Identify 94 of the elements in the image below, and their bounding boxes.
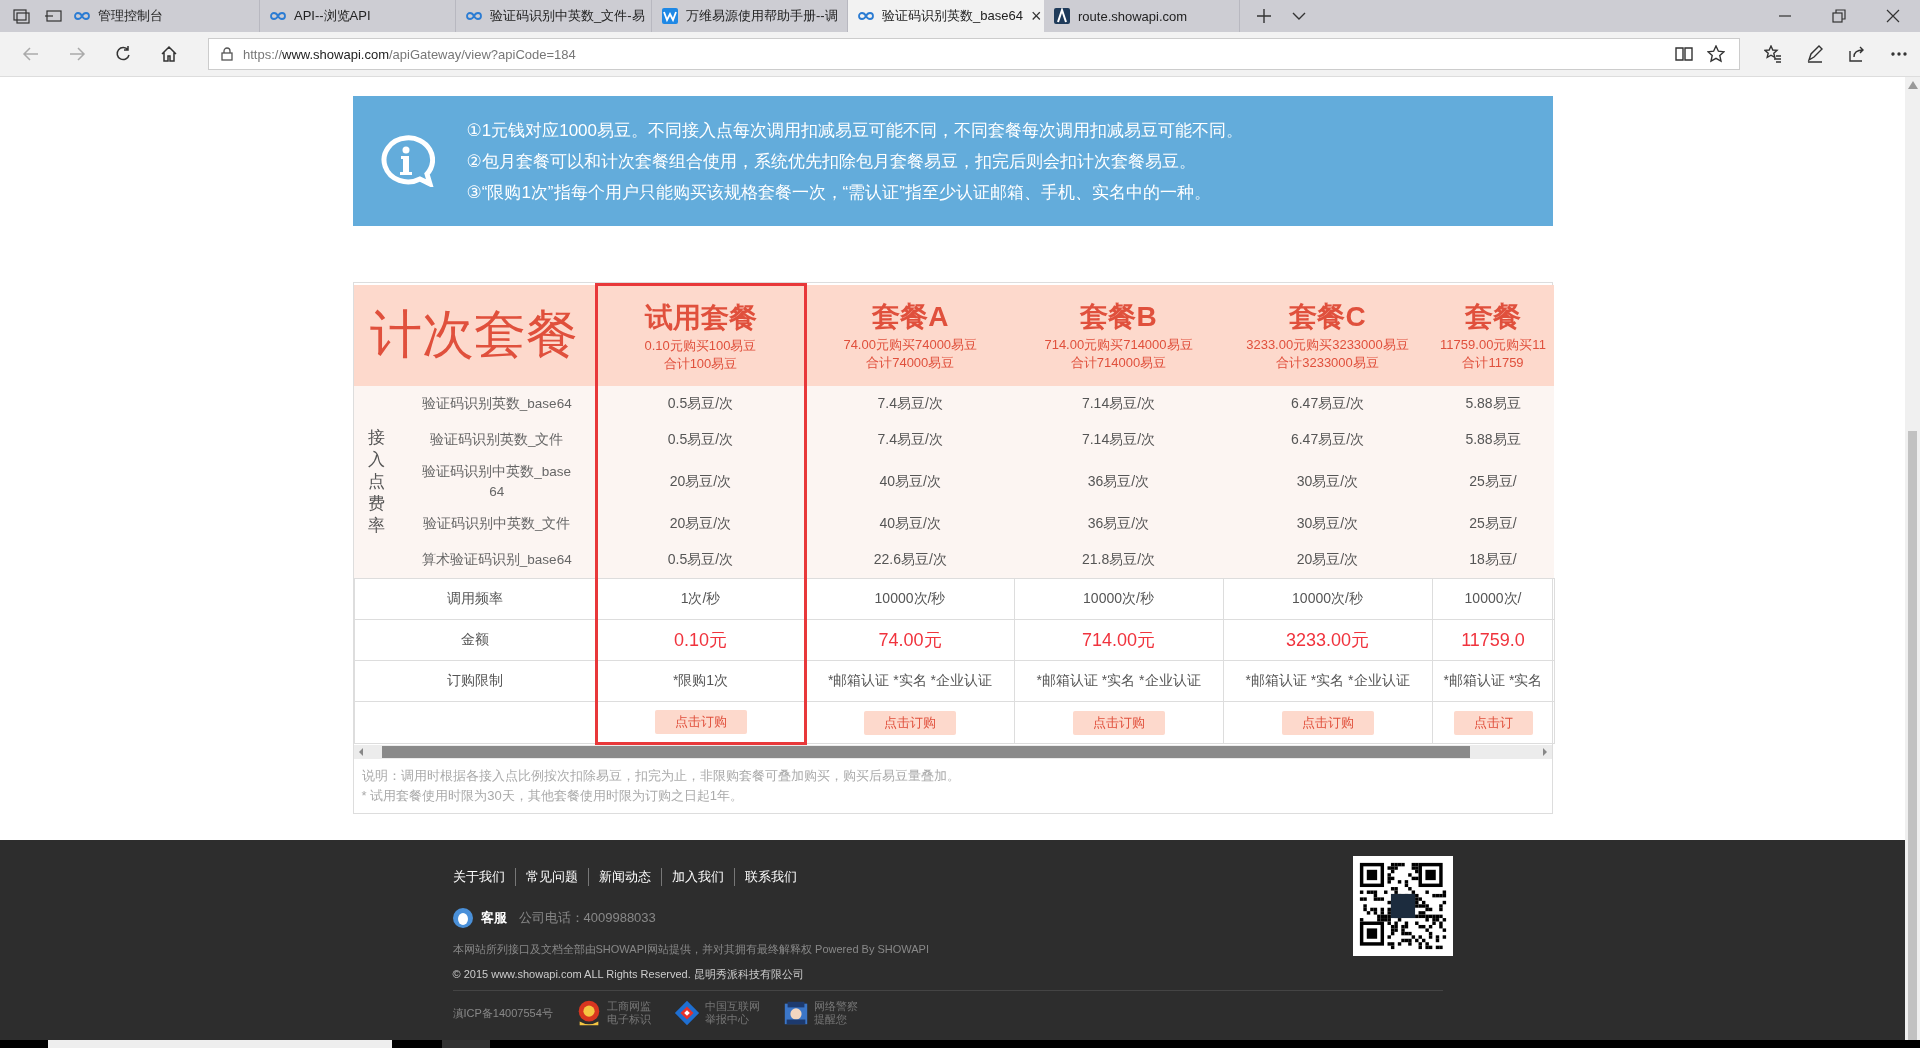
vertical-scrollbar[interactable] <box>1905 77 1920 1040</box>
window-menu-icon[interactable] <box>12 8 32 24</box>
plan-header: 套餐B 714.00元购买714000易豆 合计714000易豆 <box>1014 284 1223 386</box>
reading-view-icon[interactable] <box>1675 45 1693 63</box>
table-cell: *邮箱认证 *实名 *企业认证 <box>1245 672 1410 688</box>
row-label: 金额 <box>460 631 489 647</box>
endpoint-name: 验证码识别英数_base64 <box>421 395 572 414</box>
rate-value: 0.5易豆/次 <box>667 431 734 447</box>
footer-link[interactable]: 新闻动态 <box>587 868 651 886</box>
url-text: https://www.showapi.com/apiGateway/view?apiCode=184 <box>243 46 576 62</box>
lock-icon <box>221 47 233 61</box>
diamond-icon <box>672 999 701 1027</box>
rate-value: 7.4易豆/次 <box>877 395 943 411</box>
rate-value: 22.6易豆/次 <box>873 551 947 567</box>
rate-value: 36易豆/次 <box>1087 515 1150 531</box>
endpoint-name: 验证码识别中英数_文件 <box>422 515 572 534</box>
restore-icon[interactable] <box>1832 9 1846 23</box>
close-icon[interactable] <box>1886 9 1900 23</box>
table-cell: 10000次/秒 <box>1292 590 1363 606</box>
rate-value: 6.47易豆/次 <box>1290 431 1365 447</box>
table-cell: *邮箱认证 *实名 *企业认证 <box>1036 672 1201 688</box>
price-value: 11759.0 <box>1461 629 1525 650</box>
browser-tab[interactable]: 验证码识别英数_base64 × <box>848 0 1044 32</box>
table-cell: *邮箱认证 *实名 <box>1443 672 1543 688</box>
rate-value: 20易豆/次 <box>1296 551 1359 567</box>
pen-icon[interactable] <box>1806 45 1824 63</box>
footer-link[interactable]: 加入我们 <box>660 868 724 886</box>
rate-value: 36易豆/次 <box>1087 473 1150 489</box>
app-icon <box>1054 8 1070 24</box>
price-value: 3233.00元 <box>1285 630 1370 650</box>
rate-value: 20易豆/次 <box>669 473 732 489</box>
star-icon[interactable] <box>1707 45 1725 63</box>
share-icon[interactable] <box>1848 45 1866 63</box>
note-text: 说明：调用时根据各接入点比例按次扣除易豆，扣完为止，非限购套餐可叠加购买，购买后易豆量叠加。 <box>361 767 961 785</box>
endpoint-name: 验证码识别英数_文件 <box>429 431 565 450</box>
rate-value: 40易豆/次 <box>879 515 941 531</box>
rate-value: 21.8易豆/次 <box>1081 551 1156 567</box>
row-label: 调用频率 <box>446 590 503 606</box>
footer-link[interactable]: 联系我们 <box>733 868 797 886</box>
info-text: ②包月套餐可以和计次套餐组合使用，系统优先扣除包月套餐易豆，扣完后则会扣计次套餐易豆。 <box>466 150 1197 173</box>
table-cell: *邮箱认证 *实名 *企业认证 <box>827 672 993 688</box>
plan-header: 套餐 11759.00元购买11 合计11759 <box>1432 284 1554 386</box>
address-field[interactable]: https://www.showapi.com/apiGateway/view?apiCode=184 <box>208 38 1740 70</box>
rate-value: 25易豆/ <box>1469 473 1517 489</box>
home-icon[interactable] <box>160 45 178 63</box>
rate-value: 7.4易豆/次 <box>877 431 943 447</box>
rate-value: 5.88易豆 <box>1465 431 1521 447</box>
table-cell: 1次/秒 <box>680 590 721 606</box>
price-value: 714.00元 <box>1081 630 1156 650</box>
phone-text: 公司电话：4009988033 <box>518 909 656 927</box>
info-text: ③“限购1次”指每个用户只能购买该规格套餐一次，“需认证”指至少认证邮箱、手机、实名中的一种。 <box>466 181 1212 204</box>
rate-value: 7.14易豆/次 <box>1081 395 1156 411</box>
app-icon <box>662 8 678 24</box>
rate-value: 20易豆/次 <box>669 515 732 531</box>
rate-value: 5.88易豆 <box>1465 395 1521 411</box>
endpoint-name: 验证码识别中英数_base64 <box>421 463 572 501</box>
rate-value: 25易豆/ <box>1469 515 1517 531</box>
plan-header: 套餐C 3233.00元购买3233000易豆 合计3233000易豆 <box>1223 284 1432 386</box>
table-title: 计次套餐 <box>370 305 579 364</box>
footer-link[interactable]: 关于我们 <box>452 868 505 886</box>
disclaimer-text: 本网站所列接口及文档全部由SHOWAPI网站提供，并对其拥有最终解释权 Powered By SHOWAPI <box>452 942 930 957</box>
copyright-text: © 2015 www.showapi.com ALL Rights Reserved. 昆明秀派科技有限公司 <box>452 967 1443 991</box>
table-cell: *限购1次 <box>672 672 729 688</box>
plan-header: 套餐A 74.00元购买74000易豆 合计74000易豆 <box>805 284 1014 386</box>
info-text: ①1元钱对应1000易豆。不同接入点每次调用扣减易豆可能不同，不同套餐每次调用扣减易豆可能不同。 <box>466 119 1243 142</box>
rate-value: 0.5易豆/次 <box>667 551 734 567</box>
price-value: 0.10元 <box>673 630 727 650</box>
rate-value: 6.47易豆/次 <box>1290 395 1365 411</box>
close-tab-button[interactable]: × <box>1030 5 1042 27</box>
rate-value: 30易豆/次 <box>1296 473 1359 489</box>
table-cell: 10000次/秒 <box>1083 590 1154 606</box>
scroll-right-icon[interactable] <box>1540 748 1549 756</box>
rate-value: 7.14易豆/次 <box>1081 431 1156 447</box>
icp-text: 滇ICP备14007554号 <box>452 1005 553 1021</box>
table-cell: 10000次/秒 <box>874 590 946 606</box>
chat-icon[interactable] <box>452 908 473 928</box>
new-tab-icon[interactable] <box>1256 8 1272 24</box>
plan-header: 试用套餐 0.10元购买100易豆 合计100易豆 <box>596 284 805 386</box>
endpoint-name: 算术验证码识别_base64 <box>421 551 572 570</box>
favorites-icon[interactable] <box>1764 45 1782 63</box>
rate-value: 30易豆/次 <box>1296 515 1359 531</box>
tabs-aside-icon[interactable] <box>44 8 64 24</box>
horizontal-scrollbar[interactable] <box>353 745 1552 759</box>
section-label: 接入点费率 <box>368 426 385 538</box>
service-label[interactable]: 客服 <box>480 909 507 927</box>
rate-value: 18易豆/ <box>1469 551 1517 567</box>
refresh-icon[interactable] <box>114 45 132 63</box>
row-label: 订购限制 <box>446 672 503 688</box>
note-text: * 试用套餐使用时限为30天，其他套餐使用时限为订购之日起1年。 <box>361 787 744 805</box>
rate-value: 0.5易豆/次 <box>667 395 734 411</box>
footer-link[interactable]: 常见问题 <box>514 868 578 886</box>
table-cell: 10000次/ <box>1464 590 1522 606</box>
rate-value: 40易豆/次 <box>879 473 941 489</box>
price-value: 74.00元 <box>878 630 942 650</box>
